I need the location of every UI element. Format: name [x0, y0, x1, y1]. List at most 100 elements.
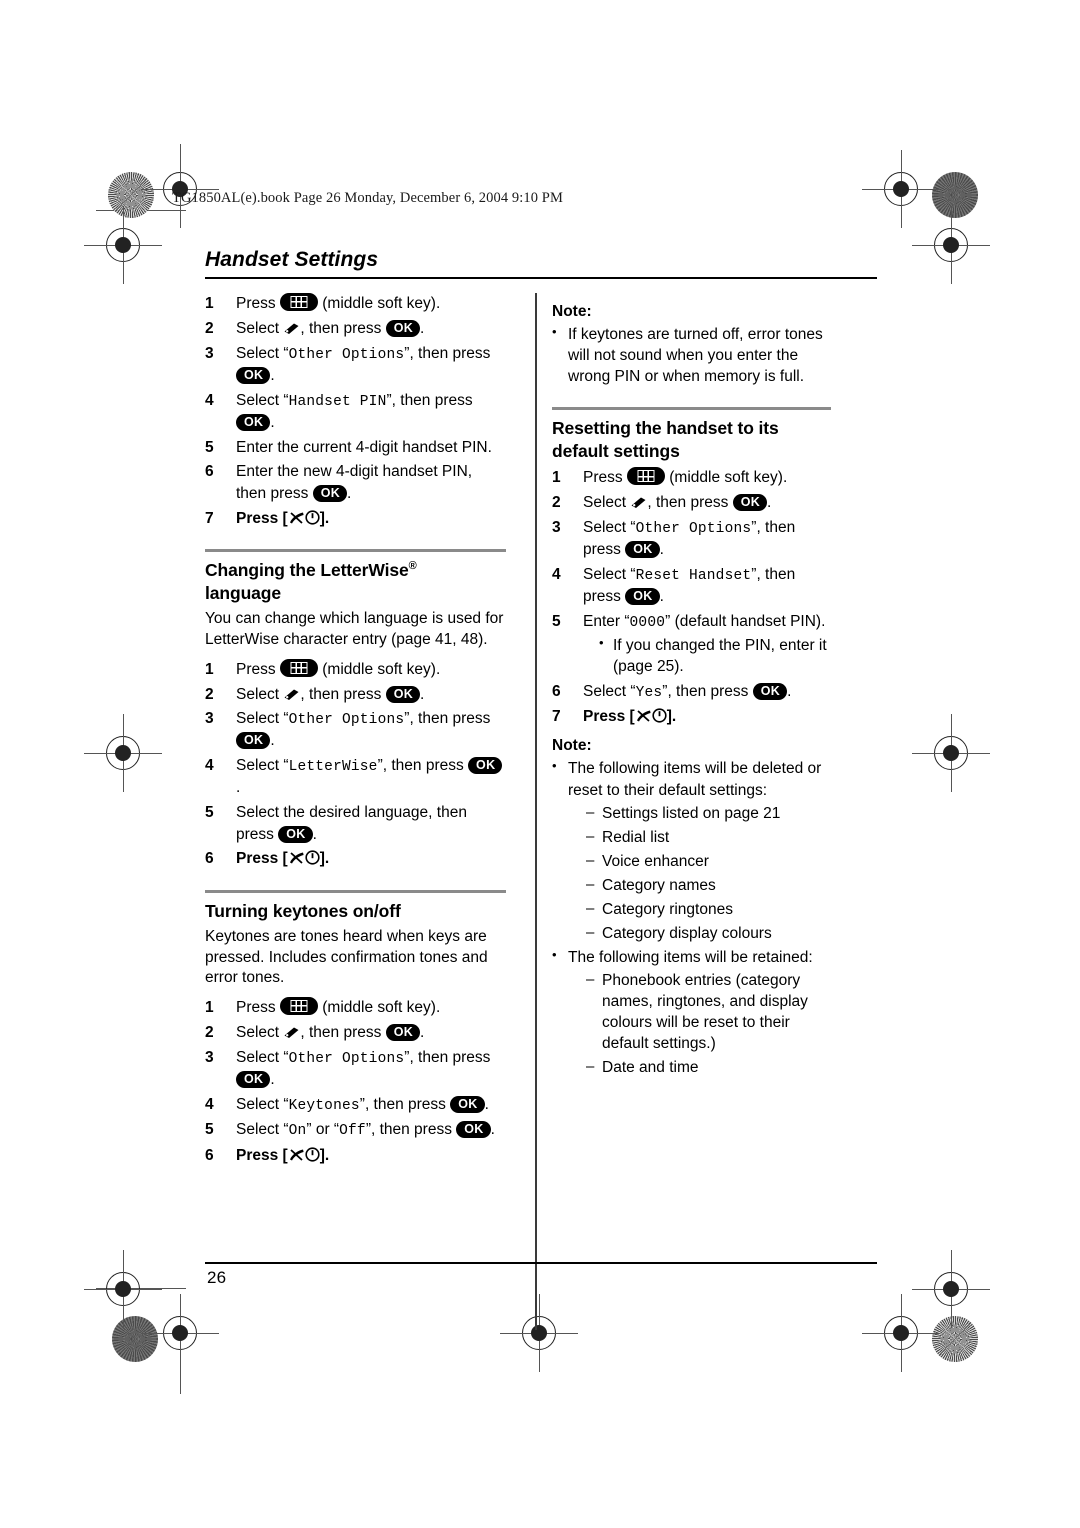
step-number: 5 [205, 438, 214, 456]
list-item: Voice enhancer [586, 851, 831, 872]
step-item: 1 Press (middle soft key). [205, 997, 506, 1018]
note-label-keytones: Note: [552, 303, 592, 320]
section-rule-keytones [205, 889, 506, 893]
ok-key-icon: OK [456, 1121, 491, 1139]
section-title-keytones: Turning keytones on/off [205, 900, 401, 921]
step-text-mid: ”, then press [662, 682, 753, 700]
registration-target-left-lower [84, 714, 162, 792]
off-hook-key-icon [288, 1147, 305, 1162]
power-key-icon [305, 510, 320, 525]
step-number: 6 [205, 850, 214, 868]
note-item-text: The following items will be retained: [568, 949, 813, 967]
registration-target-bottom-right [912, 1250, 990, 1328]
step-text-mid: ” (default handset PIN). [665, 612, 826, 630]
section-rule-letterwise [205, 549, 506, 552]
step-text-post: . [490, 1121, 495, 1139]
screen-literal: LetterWise [288, 759, 378, 776]
step-item: 5 Select the desired language, then pres… [205, 802, 506, 845]
step-text-mid: , then press [300, 1024, 386, 1042]
ok-key-icon: OK [385, 319, 421, 337]
step-text-mid: ”, then press [404, 710, 491, 728]
step-text-mid: ”, then press [377, 757, 469, 775]
list-item: Phonebook entries (category names, ringt… [586, 970, 831, 1054]
reset-steps: 1 Press (middle soft key). 2 Select , th… [552, 467, 831, 727]
step-item: 2 Select , then press OK. [552, 492, 831, 513]
step-text-post: ]. [319, 1146, 330, 1164]
off-hook-step: Press []. [236, 508, 329, 529]
step-text-mid: , then press [300, 685, 386, 703]
step-text-pre: Select “ [236, 1048, 289, 1066]
step-text-pre: Press [ [236, 1146, 288, 1164]
step-text-mid: ”, then press [359, 1095, 451, 1113]
step-text-post: . [312, 825, 317, 843]
ok-key-icon: OK [752, 682, 788, 700]
step-text-pre: Select “ [236, 344, 289, 362]
screen-literal: Handset PIN [288, 393, 387, 410]
step-item: 4 Select “Reset Handset”, then press OK. [552, 564, 831, 607]
screen-literal: Other Options [288, 346, 405, 363]
step-text-post: (middle soft key). [317, 660, 441, 678]
registration-target-right-lower [912, 714, 990, 792]
step-number: 5 [205, 1121, 214, 1139]
step-text-pre: Select [236, 319, 284, 337]
ok-key-icon: OK [468, 757, 503, 775]
ok-key-icon: OK [236, 732, 271, 750]
list-item: Redial list [586, 827, 831, 848]
step-text-post: (middle soft key). [317, 999, 441, 1017]
step-text-pre: Select [583, 494, 631, 512]
step-number: 4 [205, 757, 214, 775]
step-text-post: ]. [319, 509, 330, 527]
ok-key-icon: OK [450, 1095, 485, 1113]
step-item: 4 Select “Handset PIN”, then press OK. [205, 390, 506, 433]
step-item: 6 Press []. [205, 848, 506, 869]
step-text-post: . [659, 541, 664, 559]
step-item: 3 Select “Other Options”, then press OK. [205, 343, 506, 386]
step-number: 4 [205, 391, 214, 409]
ok-key-icon: OK [236, 366, 271, 384]
power-key-icon [652, 708, 667, 723]
note-item-text: The following items will be deleted or r… [568, 760, 822, 799]
step-number: 6 [552, 682, 561, 700]
section-title-line1: Changing the LetterWise [205, 560, 409, 580]
step-item: 5 Select “On” or “Off”, then press OK. [205, 1119, 506, 1141]
step-number: 1 [205, 999, 214, 1017]
registration-target-top-right [862, 150, 940, 228]
step-number: 1 [552, 469, 561, 487]
step-item: 6 Press []. [205, 1145, 506, 1166]
step-number: 1 [205, 295, 214, 312]
step-text-pre: Press [ [583, 708, 635, 726]
step-text-post: . [270, 1070, 275, 1088]
handset-settings-icon [283, 688, 300, 701]
step-number: 3 [205, 1048, 214, 1066]
letterwise-intro: You can change which language is used fo… [205, 610, 504, 648]
step-number: 2 [552, 494, 561, 512]
registration-starburst-top-right [932, 172, 978, 218]
keytones-intro: Keytones are tones heard when keys are p… [205, 927, 488, 987]
registration-target-bottom-left [84, 1250, 162, 1328]
step-item: 5 Enter “0000” (default handset PIN). If… [552, 611, 831, 677]
book-file-header: TG1850AL(e).book Page 26 Monday, Decembe… [172, 190, 563, 206]
deleted-items-list: Settings listed on page 21 Redial list V… [568, 803, 831, 944]
screen-literal: On [288, 1123, 307, 1140]
footer-rule [205, 1262, 877, 1264]
step-item: 7 Press []. [552, 706, 831, 727]
list-item: Category display colours [586, 923, 831, 944]
step-item: 1 Press (middle soft key). [205, 658, 506, 680]
registration-target-right-upper [912, 206, 990, 284]
registration-target-bottom-center [500, 1294, 578, 1372]
note-label-reset: Note: [552, 737, 592, 755]
step-text-post: . [270, 366, 275, 384]
section-title-line2: default settings [552, 441, 680, 462]
step-text-post: . [270, 732, 275, 750]
step-text-pre: Press [236, 999, 280, 1017]
screen-literal: Other Options [635, 521, 752, 538]
step-text-mid: ”, then press [404, 344, 491, 362]
section-title-line1: Resetting the handset to its [552, 418, 779, 439]
step-text-post: . [420, 319, 425, 337]
soft-key-icon [279, 658, 318, 677]
off-hook-step: Press []. [583, 706, 676, 727]
off-hook-step: Press []. [236, 848, 329, 869]
screen-literal-2: Off [339, 1123, 366, 1140]
right-column: Note: If keytones are turned off, error … [518, 293, 831, 1170]
step-number: 5 [205, 804, 214, 822]
